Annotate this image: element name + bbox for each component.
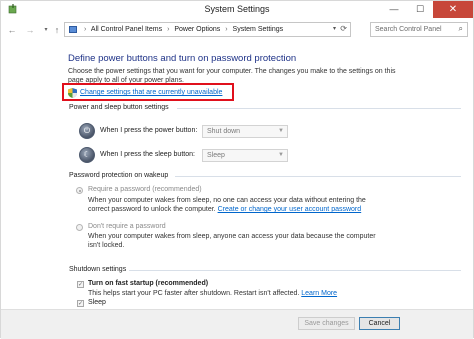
power-button-select[interactable]: Shut down ▼ [202,125,288,138]
search-input[interactable]: Search Control Panel ⌕ [370,22,468,37]
fast-startup-description: This helps start your PC faster after sh… [88,290,337,297]
breadcrumb-separator: › [167,26,170,33]
address-dropdown-icon[interactable]: ▾ [333,25,336,32]
dont-require-password-description: When your computer wakes from sleep, any… [88,233,376,249]
change-password-link[interactable]: Create or change your user account passw… [218,206,362,213]
power-button-value: Shut down [207,128,241,135]
up-button[interactable]: ↑ [50,23,64,37]
section-divider [175,176,461,177]
button-bar: Save changes Cancel [1,309,473,339]
require-password-radio[interactable] [76,187,83,194]
breadcrumb-separator: › [225,26,228,33]
save-changes-button[interactable]: Save changes [298,317,355,330]
maximize-button[interactable]: ☐ [407,1,433,18]
title-bar: System Settings — ☐ ✕ [1,1,473,19]
sleep-checkbox[interactable]: ✓ [77,300,84,307]
breadcrumb-power-options[interactable]: Power Options [174,26,220,33]
sleep-button-label: When I press the sleep button: [100,151,195,158]
fast-startup-checkbox[interactable]: ✓ [77,281,84,288]
highlight-box [62,83,234,101]
fast-startup-label: Turn on fast startup (recommended) [88,280,209,287]
minimize-button[interactable]: — [381,1,407,18]
sleep-label: Sleep [88,299,106,306]
sleep-button-value: Sleep [207,152,225,159]
control-panel-icon [69,26,77,33]
cancel-button[interactable]: Cancel [359,317,400,330]
dont-require-password-label: Don't require a password [88,223,166,230]
password-section-title: Password protection on wakeup [69,172,169,179]
breadcrumb-all-items[interactable]: All Control Panel Items [91,26,162,33]
forward-button[interactable]: → [23,23,37,37]
dont-require-password-radio[interactable] [76,224,83,231]
search-icon[interactable]: ⌕ [459,24,463,34]
address-row: ← → ▾ ↑ › All Control Panel Items › Powe… [1,19,473,41]
power-button-icon: ⏻ [79,123,95,139]
back-button[interactable]: ← [5,23,19,37]
power-button-label: When I press the power button: [100,127,198,134]
window: System Settings — ☐ ✕ ← → ▾ ↑ › All Cont… [0,0,474,339]
shutdown-section-title: Shutdown settings [69,266,127,273]
close-button[interactable]: ✕ [433,1,473,18]
section-divider [177,108,461,109]
sleep-button-select[interactable]: Sleep ▼ [202,149,288,162]
sleep-button-icon: ☾ [79,147,95,163]
fast-startup-text: This helps start your PC faster after sh… [88,290,300,297]
address-bar[interactable]: › All Control Panel Items › Power Option… [64,22,351,37]
refresh-icon[interactable]: ⟳ [340,24,347,33]
breadcrumb-system-settings[interactable]: System Settings [233,26,284,33]
page-title: Define power buttons and turn on passwor… [68,53,297,64]
power-section-title: Power and sleep button settings [69,104,169,111]
require-password-label: Require a password (recommended) [88,186,202,193]
breadcrumb: › All Control Panel Items › Power Option… [81,26,283,33]
chevron-down-icon: ▼ [278,128,284,134]
require-password-description: When your computer wakes from sleep, no … [88,196,388,214]
chevron-down-icon: ▼ [278,152,284,158]
learn-more-link[interactable]: Learn More [301,290,337,297]
breadcrumb-separator: › [84,26,87,33]
search-placeholder: Search Control Panel [375,26,442,33]
section-divider [129,270,461,271]
